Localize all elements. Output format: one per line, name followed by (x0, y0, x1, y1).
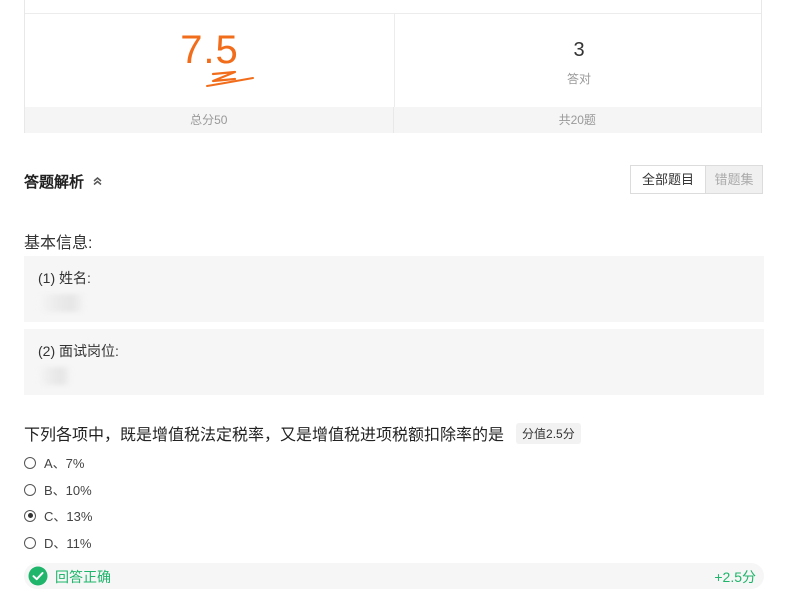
correct-count: 3 (573, 39, 585, 61)
question-text: 下列各项中，既是增值税法定税率，又是增值税进项税额扣除率的是 (24, 427, 505, 444)
option-b[interactable]: B、10% (24, 480, 92, 499)
option-label: B、10% (44, 483, 92, 498)
analysis-header[interactable]: 答题解析 (24, 171, 103, 192)
radio-icon[interactable] (24, 483, 36, 496)
analysis-title: 答题解析 (24, 174, 85, 191)
filter-wrong-button[interactable]: 错题集 (706, 166, 762, 193)
option-d[interactable]: D、11% (24, 533, 91, 552)
radio-checked-icon[interactable] (24, 509, 36, 522)
option-c[interactable]: C、13% (24, 506, 92, 525)
points-badge: 分值2.5分 (516, 422, 581, 444)
question-count-label: 共20题 (392, 107, 762, 133)
info-field-label: (2) 面试岗位: (38, 343, 119, 359)
info-field-label: (1) 姓名: (38, 270, 91, 286)
check-circle-icon (28, 566, 48, 586)
chevron-up-icon[interactable] (92, 173, 103, 190)
top-divider (25, 13, 761, 14)
score-card: 7.5 3 答对 总分50 共20题 (24, 0, 762, 133)
correct-label: 答对 (566, 72, 591, 86)
score-value: 7.5 (180, 28, 239, 72)
option-label: C、13% (44, 509, 93, 524)
radio-icon[interactable] (24, 536, 36, 549)
filter-all-button[interactable]: 全部题目 (631, 166, 706, 193)
result-score: +2.5分 (714, 569, 756, 585)
total-score-label: 总分50 (190, 113, 228, 127)
basic-info-title: 基本信息: (24, 235, 93, 252)
option-label: A、7% (44, 456, 85, 471)
result-bar: 回答正确 +2.5分 (24, 563, 764, 589)
score-footer: 总分50 共20题 (25, 107, 761, 133)
option-label: D、11% (44, 536, 92, 551)
redacted-value (38, 294, 86, 312)
score-scribble-icon (206, 70, 254, 87)
info-field-name: (1) 姓名: (24, 256, 764, 322)
redacted-value (38, 367, 72, 385)
option-a[interactable]: A、7% (24, 453, 84, 472)
result-status: 回答正确 (55, 569, 111, 585)
question-filter: 全部题目 错题集 (630, 165, 763, 194)
info-field-position: (2) 面试岗位: (24, 329, 764, 395)
radio-icon[interactable] (24, 456, 36, 469)
question: 下列各项中，既是增值税法定税率，又是增值税进项税额扣除率的是 分值2.5分 (24, 421, 581, 445)
